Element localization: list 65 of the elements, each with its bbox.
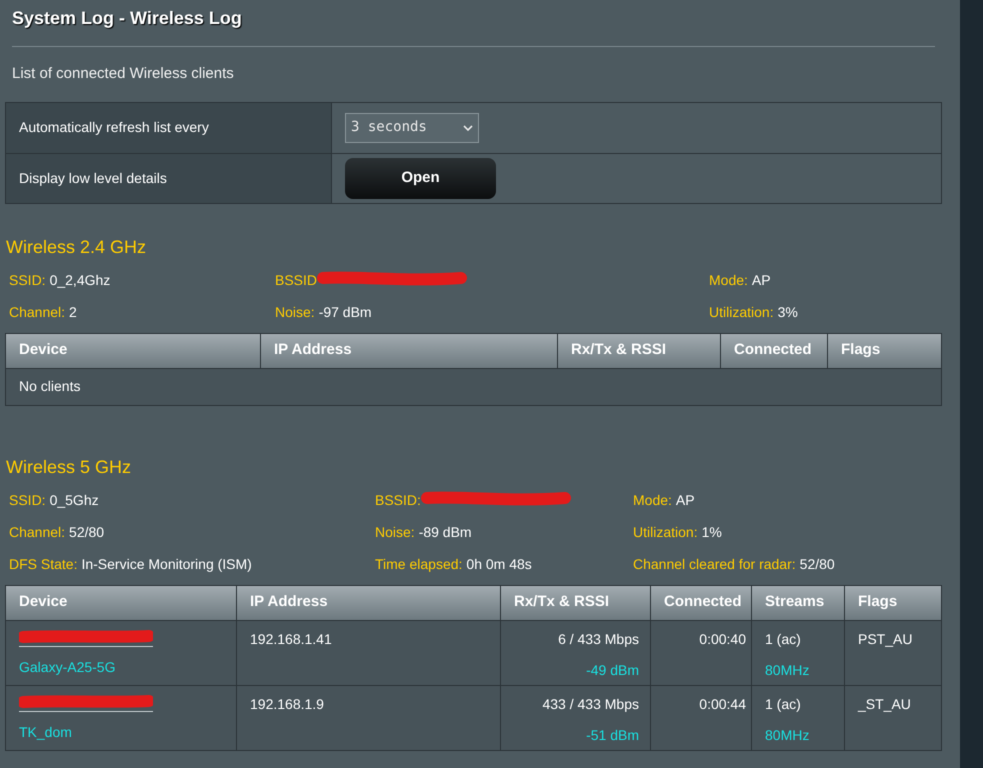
setting-label: Automatically refresh list every (19, 118, 209, 137)
section-heading: Wireless 2.4 GHz (6, 236, 148, 258)
info-label: BSSID: (375, 490, 421, 510)
info-label: Noise: (275, 302, 315, 322)
info-value: AP (676, 490, 695, 510)
info-value: 1% (702, 522, 722, 542)
table-cell-text: 192.168.1.41 (250, 630, 332, 648)
info-value: 52/80 (800, 554, 835, 574)
info-value: 0_2,4Ghz (50, 270, 110, 290)
table-cell-text: 433 / 433 Mbps (542, 694, 639, 714)
table-cell-text: 1 (ac) (765, 694, 801, 714)
info-label: Channel: (9, 522, 66, 542)
refresh-select[interactable]: 3 seconds (345, 112, 479, 142)
table-cell-text: 6 / 433 Mbps (558, 630, 639, 649)
client-name: Galaxy-A25-5G (19, 658, 116, 677)
info-label: Noise: (375, 522, 415, 542)
column-header: IP Address (274, 340, 352, 360)
column-header: Connected (734, 340, 812, 360)
column-header: Rx/Tx & RSSI (514, 592, 610, 612)
info-value: 3% (778, 302, 798, 322)
info-value: 0h 0m 48s (466, 554, 532, 574)
page-title: System Log - Wireless Log (12, 7, 243, 30)
column-header: Connected (664, 592, 742, 612)
chevron-down-icon (463, 124, 473, 132)
info-label: Channel cleared for radar: (633, 554, 796, 574)
info-label: Mode: (633, 490, 672, 510)
table-cell-text: 0:00:40 (699, 630, 746, 648)
info-label: Utilization: (633, 522, 698, 542)
info-label: Utilization: (709, 302, 774, 322)
column-header: IP Address (250, 592, 328, 612)
info-value: AP (752, 270, 771, 290)
table-cell-text: 80MHz (765, 660, 810, 680)
info-value: 2 (69, 302, 77, 322)
info-label: Mode: (709, 270, 748, 290)
page-subtitle: List of connected Wireless clients (11, 64, 235, 84)
empty-message: No clients (19, 377, 80, 396)
info-label: Time elapsed: (375, 554, 462, 574)
column-header: Flags (858, 592, 898, 612)
table-cell-text: PST_AU (858, 630, 912, 649)
info-label: Channel: (9, 302, 66, 322)
table-cell-text: 80MHz (765, 726, 810, 744)
table-cell-text: 192.168.1.9 (250, 694, 324, 714)
column-header: Device (19, 340, 68, 360)
info-label: SSID: (9, 270, 46, 290)
table-cell-text: 0:00:44 (699, 694, 746, 714)
info-label: SSID: (9, 490, 46, 510)
column-header: Flags (841, 340, 880, 360)
info-value: In-Service Monitoring (ISM) (81, 554, 252, 574)
column-header: Rx/Tx & RSSI (571, 340, 666, 360)
info-value: 52/80 (69, 522, 104, 542)
info-value: -97 dBm (318, 302, 372, 322)
column-header: Streams (765, 592, 824, 612)
info-value: -89 dBm (418, 522, 472, 542)
info-label: BSSID (275, 270, 318, 290)
section-heading: Wireless 5 GHz (6, 456, 132, 478)
info-label: DFS State: (9, 554, 78, 574)
table-cell-text: 1 (ac) (765, 630, 801, 649)
table-cell-text: -49 dBm (586, 660, 639, 680)
column-header: Device (19, 592, 68, 612)
table-cell-text: _ST_AU (858, 694, 911, 714)
setting-label: Display low level details (19, 168, 167, 188)
info-value: 0_5Ghz (50, 490, 99, 510)
table-cell-text: -51 dBm (586, 726, 639, 744)
client-name: TK_dom (19, 722, 73, 742)
open-button[interactable]: Open (345, 158, 496, 198)
